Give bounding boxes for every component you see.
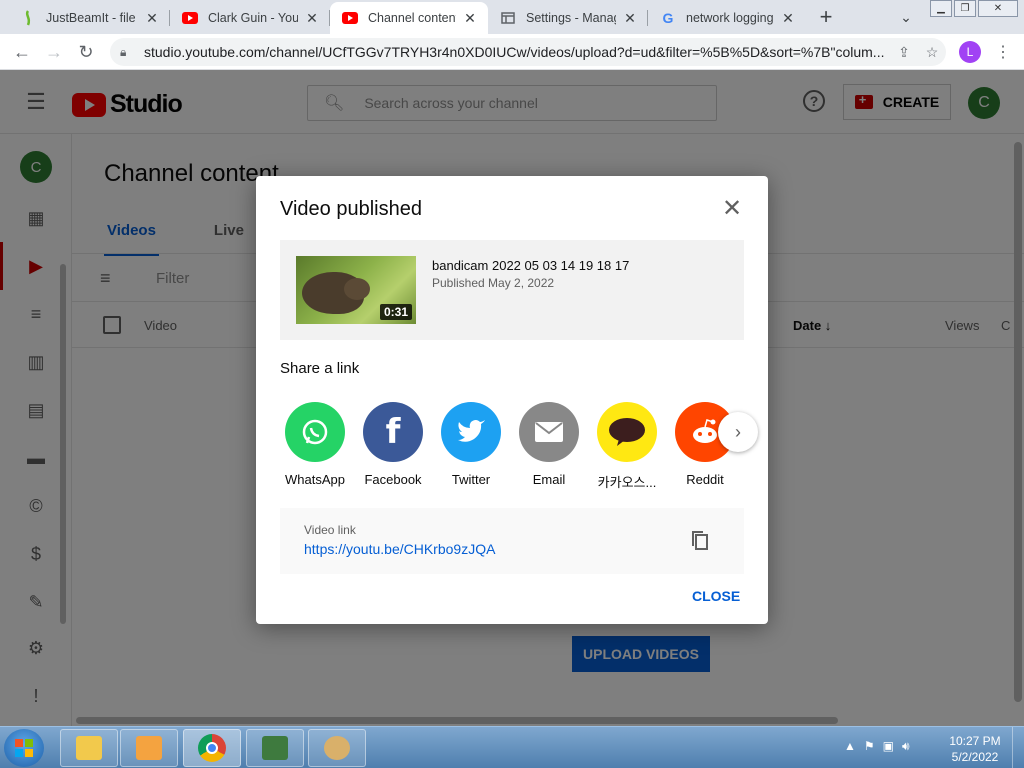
close-tab-icon[interactable]: ✕ <box>304 10 320 26</box>
settings-icon <box>500 10 516 26</box>
clock-app-icon <box>324 736 350 760</box>
taskbar-app-monitor[interactable] <box>246 729 304 767</box>
thumbnail-animal-head <box>344 278 370 300</box>
share-icon[interactable]: ⇪ <box>890 44 918 61</box>
video-link-label: Video link <box>304 523 356 537</box>
folder-icon <box>76 736 102 760</box>
window-close-button[interactable]: ✕ <box>978 0 1018 17</box>
twitter-icon <box>441 402 501 462</box>
lock-icon: 🔒︎ <box>120 44 127 59</box>
kakaotalk-icon <box>597 402 657 462</box>
google-icon: G <box>662 10 674 26</box>
taskbar-app-clock[interactable] <box>308 729 366 767</box>
close-tab-icon[interactable]: ✕ <box>780 10 796 26</box>
facebook-icon: f <box>363 402 423 462</box>
taskbar-file-explorer[interactable] <box>60 729 118 767</box>
tab-title: Settings - Manage <box>526 11 616 25</box>
forward-arrow-icon[interactable]: → <box>42 40 66 64</box>
chevron-right-icon[interactable]: › <box>718 412 758 452</box>
close-tab-icon[interactable]: ✕ <box>144 10 160 26</box>
youtube-icon <box>182 10 198 26</box>
tab-title: network logging - <box>686 11 774 25</box>
taskbar-clock[interactable]: 10:27 PM 5/2/2022 <box>944 733 1006 765</box>
minimize-button[interactable]: ▁ <box>930 0 952 17</box>
video-published-date: Published May 2, 2022 <box>432 276 555 290</box>
video-title: bandicam 2022 05 03 14 19 18 17 <box>432 258 630 273</box>
tray-expand-icon[interactable]: ▲ <box>844 739 856 754</box>
youtube-icon <box>342 10 358 26</box>
close-icon[interactable]: ✕ <box>720 195 744 222</box>
share-kakaotalk[interactable]: 카카오스... <box>592 402 662 491</box>
justbeamit-icon <box>20 10 36 26</box>
share-whatsapp[interactable]: WhatsApp <box>280 402 350 487</box>
address-bar[interactable]: 🔒︎ studio.youtube.com/channel/UCfTGGv7TR… <box>110 38 946 66</box>
clock-date: 5/2/2022 <box>951 750 999 764</box>
window-controls: ▁ ❐ ✕ <box>928 0 1018 18</box>
whatsapp-icon <box>285 402 345 462</box>
profile-avatar[interactable]: L <box>959 41 981 63</box>
close-button[interactable]: CLOSE <box>692 588 740 604</box>
tab-title: JustBeamIt - file tr <box>46 11 138 25</box>
maximize-button[interactable]: ❐ <box>954 0 976 17</box>
tab-title: Channel content - <box>368 11 456 25</box>
share-label: 카카오스... <box>597 475 657 490</box>
start-button[interactable] <box>4 729 44 767</box>
browser-tab-network-logging[interactable]: G network logging - ✕ <box>648 2 806 34</box>
taskbar-media-player[interactable] <box>120 729 178 767</box>
copy-icon[interactable] <box>688 529 712 553</box>
video-duration: 0:31 <box>379 304 412 320</box>
video-published-dialog: Video published ✕ 0:31 bandicam 2022 05 … <box>256 176 768 624</box>
share-label: Facebook <box>364 472 422 487</box>
taskbar-chrome[interactable] <box>183 729 241 767</box>
browser-menu-icon[interactable]: ⋮ <box>994 40 1012 64</box>
clock-time: 10:27 PM <box>949 734 1001 748</box>
close-tab-icon[interactable]: ✕ <box>622 10 638 26</box>
bookmark-star-icon[interactable]: ☆ <box>918 44 946 61</box>
show-desktop-button[interactable] <box>1012 727 1024 768</box>
email-icon <box>519 402 579 462</box>
video-card: 0:31 bandicam 2022 05 03 14 19 18 17 Pub… <box>280 240 744 340</box>
tab-search-chevron-icon[interactable]: ⌄ <box>894 5 918 29</box>
share-label: Twitter <box>451 472 491 487</box>
windows-taskbar: ▲ ⚑ ▣ 🔊︎ 10:27 PM 5/2/2022 <box>0 726 1024 768</box>
action-center-icon[interactable]: ⚑ <box>864 739 875 754</box>
share-targets: WhatsApp f Facebook Twitter Email 카카오스..… <box>280 402 744 492</box>
video-link-box: Video link https://youtu.be/CHKrbo9zJQA <box>280 508 744 574</box>
browser-tab-settings[interactable]: Settings - Manage ✕ <box>488 2 648 34</box>
url-text: studio.youtube.com/channel/UCfTGGv7TRYH3… <box>144 44 885 60</box>
tab-title: Clark Guin - YouTu <box>208 11 298 25</box>
share-label: Email <box>532 472 566 487</box>
video-thumbnail[interactable]: 0:31 <box>296 256 416 324</box>
browser-tab-strip: JustBeamIt - file tr ✕ Clark Guin - YouT… <box>0 0 1024 34</box>
windows-logo-icon <box>15 739 33 757</box>
close-tab-icon[interactable]: ✕ <box>462 10 478 26</box>
share-twitter[interactable]: Twitter <box>436 402 506 487</box>
browser-tab-channel-content[interactable]: Channel content - ✕ <box>330 2 488 34</box>
browser-tab-justbeamit[interactable]: JustBeamIt - file tr ✕ <box>8 2 170 34</box>
browser-tab-clark-guin[interactable]: Clark Guin - YouTu ✕ <box>170 2 330 34</box>
reload-icon[interactable]: ↻ <box>74 40 98 64</box>
volume-icon[interactable]: 🔊︎ <box>902 739 910 754</box>
share-heading: Share a link <box>280 360 360 377</box>
monitor-app-icon <box>262 736 288 760</box>
video-link-url[interactable]: https://youtu.be/CHKrbo9zJQA <box>304 541 495 557</box>
share-facebook[interactable]: f Facebook <box>358 402 428 487</box>
share-email[interactable]: Email <box>514 402 584 487</box>
media-player-icon <box>136 736 162 760</box>
back-arrow-icon[interactable]: ← <box>10 40 34 64</box>
network-icon[interactable]: ▣ <box>883 739 894 754</box>
share-label: WhatsApp <box>285 472 345 487</box>
system-tray: ▲ ⚑ ▣ 🔊︎ <box>844 739 910 754</box>
share-label: Reddit <box>686 472 724 487</box>
new-tab-button[interactable]: + <box>814 4 838 29</box>
chrome-icon <box>198 734 226 762</box>
browser-toolbar: ← → ↻ 🔒︎ studio.youtube.com/channel/UCfT… <box>0 34 1024 70</box>
dialog-title: Video published <box>280 198 422 220</box>
